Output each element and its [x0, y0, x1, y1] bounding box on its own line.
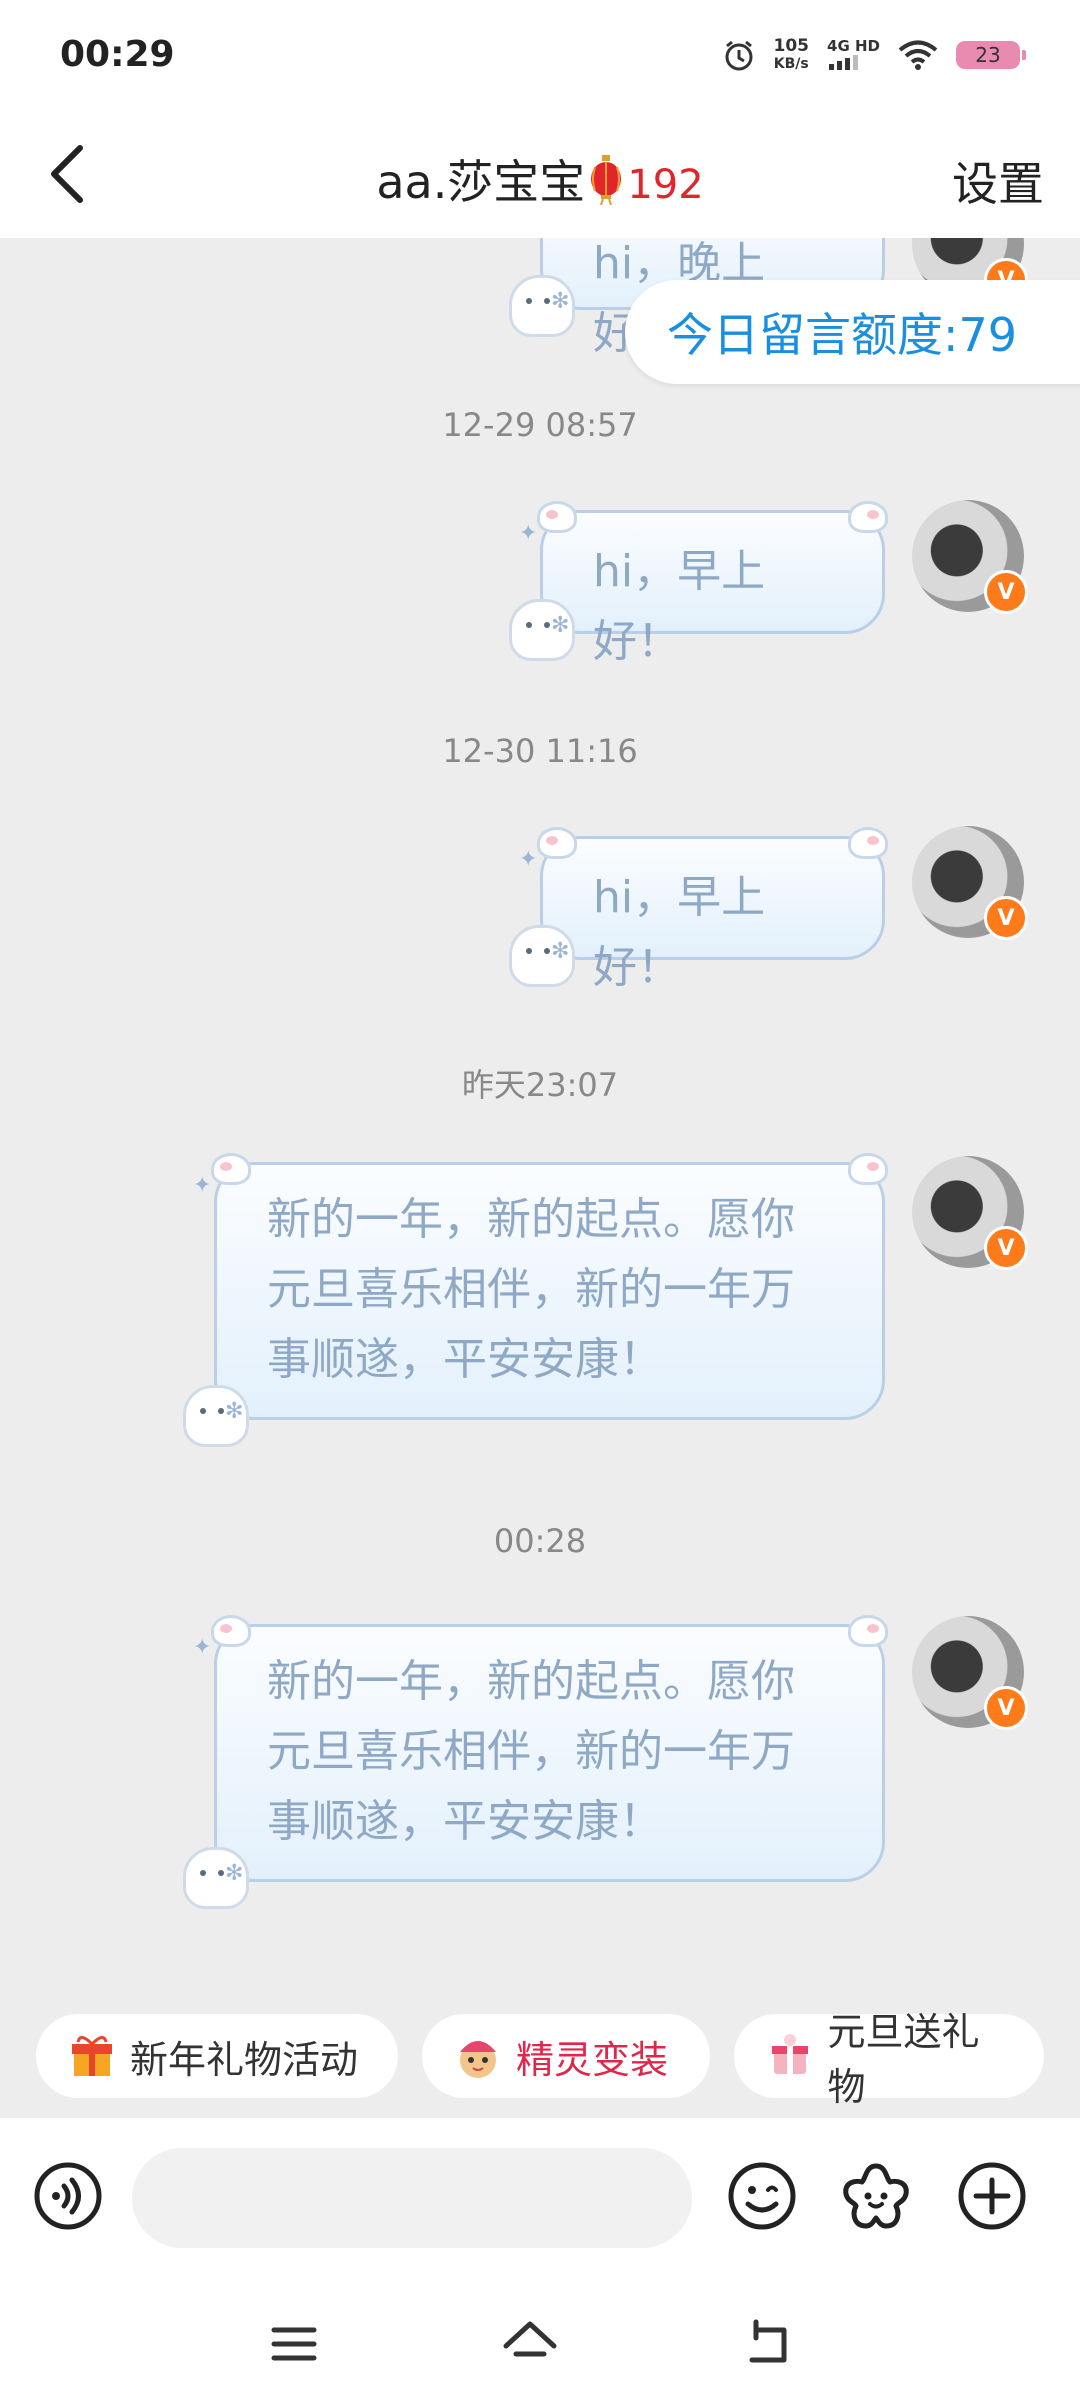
message-text: hi，早上好！ — [593, 872, 766, 993]
bubble-ear-icon — [848, 1615, 888, 1647]
message-timestamp: 00:28 — [493, 1522, 587, 1560]
message-line: 元旦喜乐相伴，新的一年万 — [267, 1264, 795, 1315]
chip-label: 新年礼物活动 — [130, 2037, 359, 2082]
status-bar: 00:29 105 KB/s 4G HD 23 — [0, 0, 1080, 110]
chip-sprite-dress-up[interactable]: 精灵变装 — [422, 2014, 710, 2098]
emoji-icon[interactable] — [726, 2160, 798, 2232]
bubble-ear-icon — [848, 1153, 888, 1185]
sparkle-icon: ✻ — [551, 289, 570, 314]
signal-icon — [829, 54, 859, 70]
new-year-gift-icon — [762, 2028, 818, 2084]
sprite-icon — [450, 2028, 506, 2084]
bubble-ear-icon — [848, 827, 888, 859]
sparkle-icon: ✻ — [551, 939, 570, 964]
message-bubble[interactable]: ✦ 新的一年，新的起点。愿你 元旦喜乐相伴，新的一年万 事顺遂，平安安康！ ✻ — [183, 1153, 888, 1447]
verified-badge-icon: V — [984, 1226, 1028, 1270]
flower-sticker-icon[interactable] — [840, 2160, 912, 2232]
chat-header: aa.莎宝宝 192 设置 — [0, 110, 1080, 238]
battery-indicator: 23 — [956, 41, 1026, 69]
bubble-ear-icon — [211, 1153, 251, 1185]
quick-action-chips: 新年礼物活动 精灵变装 元旦送礼物 — [0, 1968, 1080, 2118]
avatar[interactable]: V — [912, 1156, 1028, 1270]
message-line: 元旦喜乐相伴，新的一年万 — [267, 1726, 795, 1777]
sparkle-icon: ✻ — [551, 613, 570, 638]
plus-icon[interactable] — [956, 2160, 1028, 2232]
alarm-icon — [725, 40, 753, 71]
message-input-bar — [0, 2118, 1080, 2288]
sparkle-icon: ✦ — [519, 521, 538, 546]
speed-unit: KB/s — [773, 56, 809, 72]
bubble-ear-icon — [848, 501, 888, 533]
message-quota-badge: 今日留言额度:79 — [625, 280, 1080, 384]
speed-value: 105 — [773, 36, 810, 56]
affinity-count: 192 — [627, 162, 704, 208]
message-text: hi，早上好！ — [593, 546, 766, 667]
message-line: 新的一年，新的起点。愿你 — [267, 1194, 795, 1245]
message-line: 事顺遂，平安安康！ — [267, 1796, 663, 1847]
status-time: 00:29 — [60, 34, 175, 75]
network-type: 4G HD — [827, 38, 880, 73]
chip-new-year-gift-event[interactable]: 新年礼物活动 — [36, 2014, 398, 2098]
home-icon[interactable] — [494, 2308, 566, 2380]
avatar[interactable]: V — [912, 1616, 1028, 1730]
network-label: 4G HD — [827, 36, 880, 55]
chip-label: 精灵变装 — [516, 2037, 669, 2082]
sparkle-icon: ✻ — [225, 1861, 244, 1886]
sparkle-icon: ✦ — [193, 1635, 212, 1660]
bubble-ear-icon — [211, 1615, 251, 1647]
chat-area[interactable]: hi，晚上好！ ✻ V 12-29 08:57 ✦ hi，早上好！ ✻ V 12… — [0, 238, 1080, 2118]
sparkle-icon: ✻ — [225, 1399, 244, 1424]
message-line: 新的一年，新的起点。愿你 — [267, 1656, 795, 1707]
menu-icon[interactable] — [258, 2308, 330, 2380]
voice-icon[interactable] — [32, 2160, 104, 2232]
system-navigation-bar — [0, 2288, 1080, 2400]
bubble-ear-icon — [537, 501, 577, 533]
sparkle-icon: ✦ — [519, 847, 538, 872]
contact-name: aa.莎宝宝 — [376, 155, 586, 209]
message-input[interactable] — [132, 2148, 692, 2248]
avatar[interactable]: V — [912, 500, 1028, 614]
bubble-ear-icon — [537, 827, 577, 859]
message-bubble[interactable]: ✦ hi，早上好！ ✻ — [509, 827, 888, 993]
verified-badge-icon: V — [984, 896, 1028, 940]
settings-button[interactable]: 设置 — [952, 148, 1044, 214]
message-bubble[interactable]: ✦ 新的一年，新的起点。愿你 元旦喜乐相伴，新的一年万 事顺遂，平安安康！ ✻ — [183, 1615, 888, 1909]
message-timestamp: 昨天23:07 — [461, 1066, 619, 1104]
message-line: 事顺遂，平安安康！ — [267, 1334, 663, 1385]
message-timestamp: 12-29 08:57 — [442, 406, 638, 444]
message-timestamp: 12-30 11:16 — [442, 732, 638, 770]
message-bubble[interactable]: ✦ hi，早上好！ ✻ — [509, 501, 888, 667]
network-speed: 105 KB/s — [774, 37, 810, 73]
verified-badge-icon: V — [984, 1686, 1028, 1730]
back-arrow-icon[interactable] — [730, 2308, 802, 2380]
status-icons: 105 KB/s 4G HD 23 — [722, 30, 1026, 80]
chip-new-year-send-gift[interactable]: 元旦送礼物 — [734, 2010, 1044, 2109]
lantern-icon — [589, 155, 623, 216]
gift-icon — [64, 2028, 120, 2084]
wifi-icon — [898, 40, 938, 70]
chip-label: 元旦送礼物 — [827, 2010, 980, 2109]
sparkle-icon: ✦ — [193, 1173, 212, 1198]
chat-title: aa.莎宝宝 192 — [0, 146, 1080, 216]
verified-badge-icon: V — [984, 570, 1028, 614]
avatar[interactable]: V — [912, 826, 1028, 940]
